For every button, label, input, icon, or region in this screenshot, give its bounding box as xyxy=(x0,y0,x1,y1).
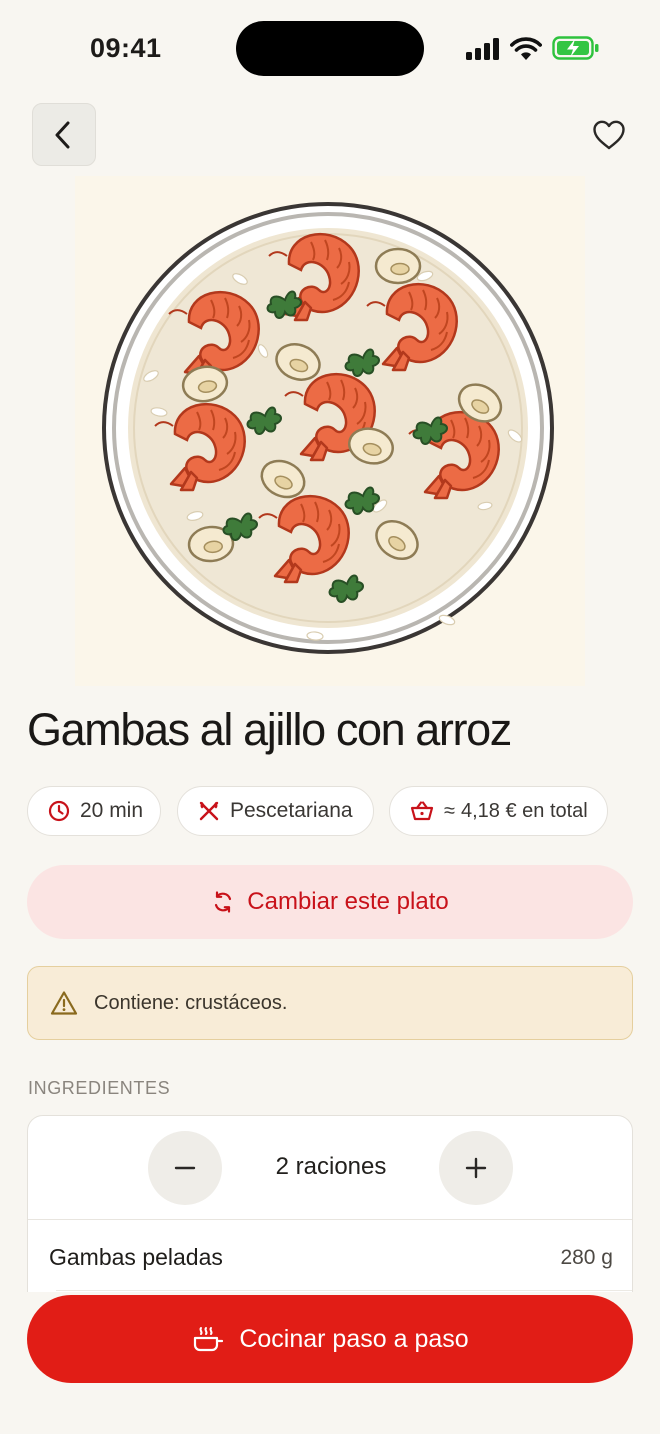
status-icons xyxy=(466,34,602,62)
battery-charging-icon xyxy=(552,36,599,60)
wifi-icon xyxy=(510,37,542,60)
cooking-pot-icon xyxy=(194,1327,224,1352)
allergy-text: Contiene: crustáceos. xyxy=(94,991,288,1014)
signal-icon xyxy=(466,38,499,60)
time-chip: 20 min xyxy=(27,786,161,836)
favorite-button[interactable] xyxy=(588,114,630,156)
plus-icon xyxy=(465,1157,487,1179)
basket-icon xyxy=(410,801,434,821)
diet-chip: Pescetariana xyxy=(177,786,374,836)
shrimp-rice-illustration xyxy=(75,176,585,686)
cook-step-by-step-label: Cocinar paso a paso xyxy=(239,1324,469,1353)
clock-icon xyxy=(48,800,70,822)
refresh-icon xyxy=(215,891,232,913)
status-bar: 09:41 xyxy=(0,0,660,96)
ingredient-quantity: 280 g xyxy=(560,1246,613,1269)
time-chip-label: 20 min xyxy=(80,799,144,822)
increase-servings-button[interactable] xyxy=(439,1131,513,1205)
ingredients-section-label: INGREDIENTES xyxy=(28,1078,171,1098)
back-button[interactable] xyxy=(32,103,96,166)
status-time: 09:41 xyxy=(90,33,162,63)
recipe-title: Gambas al ajillo con arroz xyxy=(27,704,512,755)
swap-dish-label: Cambiar este plato xyxy=(247,888,449,915)
utensils-icon xyxy=(199,801,219,821)
divider xyxy=(56,1290,632,1291)
ingredient-row: Gambas peladas 280 g xyxy=(28,1220,632,1292)
swap-dish-button[interactable]: Cambiar este plato xyxy=(27,865,633,939)
warning-triangle-icon xyxy=(50,991,78,1015)
diet-chip-label: Pescetariana xyxy=(230,799,353,822)
servings-label: 2 raciones xyxy=(275,1153,387,1180)
ingredient-name: Gambas peladas xyxy=(49,1244,223,1270)
cost-chip: ≈ 4,18 € en total xyxy=(389,786,608,836)
cost-chip-label: 4,18 € en total xyxy=(460,799,588,822)
chevron-left-icon xyxy=(55,121,70,148)
dynamic-island xyxy=(236,21,424,76)
allergy-warning: Contiene: crustáceos. xyxy=(27,966,633,1040)
heart-outline-icon xyxy=(593,120,625,150)
recipe-image xyxy=(75,176,585,686)
cook-step-by-step-button[interactable]: Cocinar paso a paso xyxy=(27,1295,633,1383)
cost-approx-symbol: ≈ xyxy=(444,799,455,822)
